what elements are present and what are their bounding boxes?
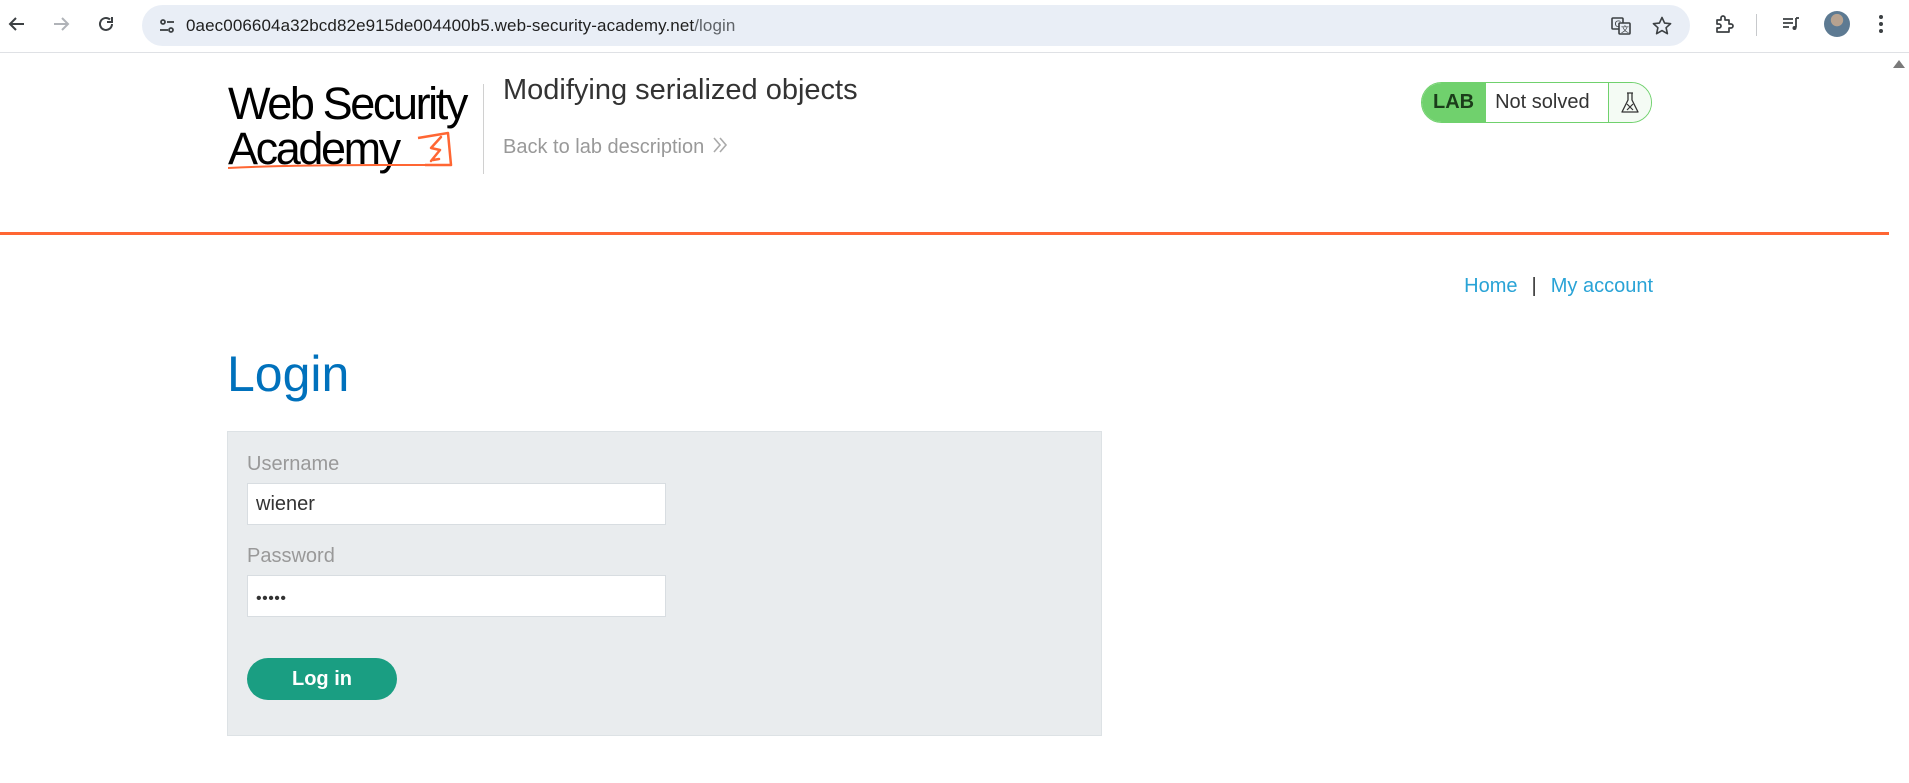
- password-input[interactable]: [247, 575, 666, 617]
- top-navigation: Home | My account: [1464, 275, 1653, 298]
- lab-status-text: Not solved: [1486, 83, 1609, 122]
- svg-text:文: 文: [1621, 24, 1629, 34]
- header-accent-rule: [0, 232, 1889, 235]
- translate-icon[interactable]: G文: [1606, 11, 1636, 41]
- back-to-lab-description-link[interactable]: Back to lab description: [503, 136, 728, 159]
- page-title: Login: [227, 346, 350, 402]
- back-arrow-icon[interactable]: [2, 9, 32, 39]
- login-form: Username Password ••••• Log in: [227, 431, 1102, 736]
- nav-separator: |: [1531, 275, 1537, 297]
- username-input[interactable]: [247, 483, 666, 525]
- browser-toolbar: 0aec006604a32bcd82e915de004400b5.web-sec…: [0, 0, 1909, 53]
- site-info-icon[interactable]: [152, 11, 182, 41]
- password-label: Password: [247, 545, 335, 567]
- url-host: 0aec006604a32bcd82e915de004400b5.web-sec…: [186, 16, 695, 35]
- back-link-label: Back to lab description: [503, 136, 705, 158]
- flask-icon: [1608, 83, 1651, 122]
- home-link[interactable]: Home: [1464, 275, 1517, 298]
- login-button[interactable]: Log in: [247, 658, 397, 700]
- username-label: Username: [247, 453, 340, 475]
- lab-status-widget: LAB Not solved: [1421, 82, 1652, 123]
- url-path: /login: [694, 16, 736, 35]
- my-account-link[interactable]: My account: [1551, 275, 1653, 298]
- scroll-up-arrow-icon[interactable]: [1893, 60, 1905, 68]
- page-content: Web Security Academy Modifying serialize…: [0, 54, 1889, 783]
- address-bar[interactable]: 0aec006604a32bcd82e915de004400b5.web-sec…: [142, 5, 1690, 46]
- forward-arrow-icon[interactable]: [46, 9, 76, 39]
- password-masked-value: •••••: [256, 590, 287, 607]
- web-security-academy-logo[interactable]: Web Security Academy: [228, 81, 482, 177]
- toolbar-divider: [1756, 14, 1757, 36]
- logo-bolt-icon: [228, 131, 453, 169]
- extensions-puzzle-icon[interactable]: [1709, 9, 1739, 39]
- lab-badge: LAB: [1422, 83, 1487, 122]
- page-scrollbar[interactable]: [1889, 54, 1909, 783]
- double-chevron-right-icon: [712, 136, 728, 159]
- header-divider: [483, 84, 484, 174]
- reload-icon[interactable]: [91, 9, 121, 39]
- media-queue-icon[interactable]: [1776, 9, 1806, 39]
- more-menu-icon[interactable]: [1866, 9, 1896, 39]
- lab-title: Modifying serialized objects: [503, 74, 858, 106]
- url-text: 0aec006604a32bcd82e915de004400b5.web-sec…: [186, 16, 735, 36]
- profile-avatar[interactable]: [1824, 11, 1850, 37]
- bookmark-star-icon[interactable]: [1647, 11, 1677, 41]
